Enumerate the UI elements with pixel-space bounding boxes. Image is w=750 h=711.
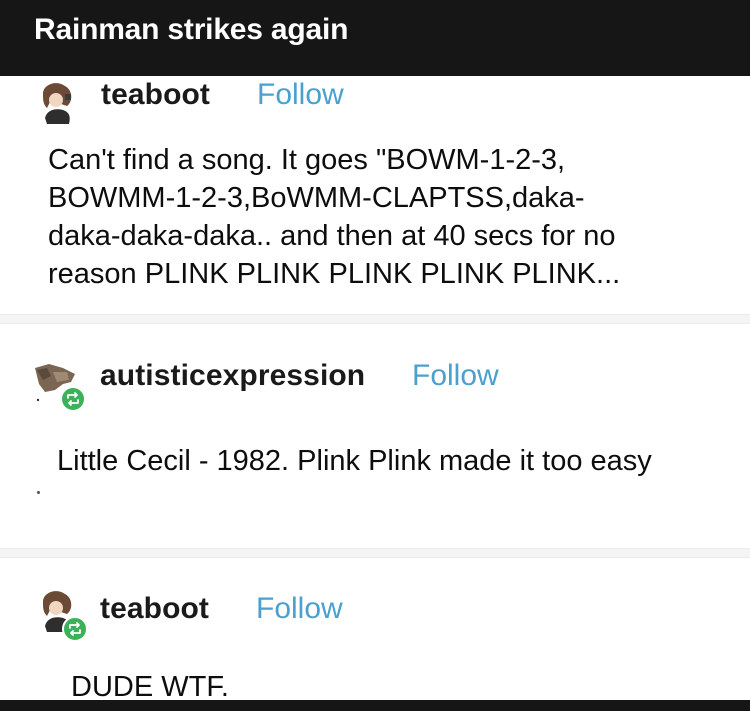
margin-dot bbox=[37, 491, 40, 494]
post-username[interactable]: autisticexpression bbox=[100, 359, 365, 393]
follow-button[interactable]: Follow bbox=[257, 78, 344, 112]
reblog-badge bbox=[60, 386, 86, 412]
post-reply: autisticexpression Follow Little Cecil -… bbox=[0, 324, 750, 548]
reblog-icon bbox=[62, 616, 88, 642]
post-reply: teaboot Follow DUDE WTF. bbox=[0, 558, 750, 711]
screenshot-page: Rainman strikes again teaboot Follow Can… bbox=[0, 0, 750, 711]
reblog-icon bbox=[60, 386, 86, 412]
reblog-badge bbox=[62, 616, 88, 642]
teaboot-avatar-icon bbox=[35, 80, 79, 124]
post-divider bbox=[0, 548, 750, 558]
page-title: Rainman strikes again bbox=[34, 13, 349, 46]
post-original: teaboot Follow Can't find a song. It goe… bbox=[0, 76, 750, 314]
avatar[interactable] bbox=[35, 80, 79, 124]
post-body: Can't find a song. It goes "BOWM-1-2-3, … bbox=[48, 144, 621, 290]
post-username[interactable]: teaboot bbox=[101, 78, 210, 112]
follow-button[interactable]: Follow bbox=[256, 592, 343, 626]
post-username[interactable]: teaboot bbox=[100, 592, 209, 626]
post-divider bbox=[0, 314, 750, 324]
top-bar: Rainman strikes again bbox=[0, 0, 750, 76]
bottom-bar bbox=[0, 700, 750, 711]
follow-button[interactable]: Follow bbox=[412, 359, 499, 393]
post-body: Little Cecil - 1982. Plink Plink made it… bbox=[57, 445, 652, 477]
